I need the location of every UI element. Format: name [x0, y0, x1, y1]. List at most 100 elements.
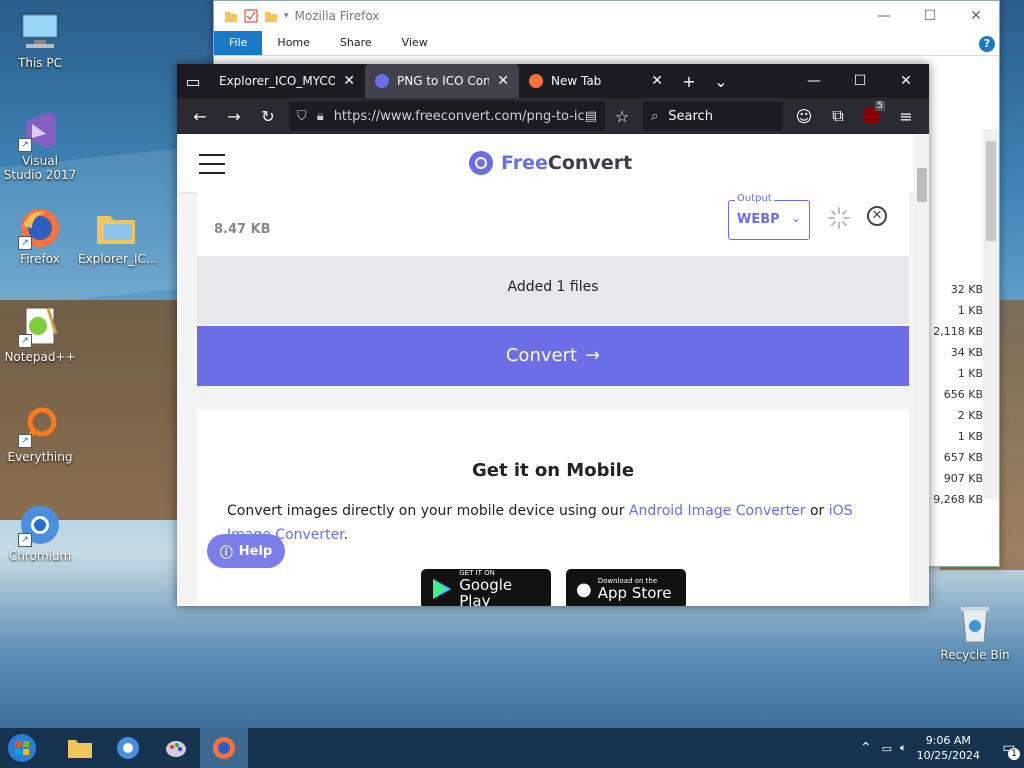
desktop-icon-everything[interactable]: ↗ Everything [2, 404, 78, 464]
freeconvert-logo[interactable]: Free Convert [469, 151, 632, 175]
mobile-section-text: Convert images directly on your mobile d… [227, 503, 853, 543]
app-store-button[interactable]: ● Download on the App Store [566, 569, 686, 606]
account-icon[interactable]: ☺ [787, 101, 821, 131]
convert-button[interactable]: Convert → [197, 326, 909, 386]
network-icon[interactable]: ▭ [882, 742, 892, 755]
file-size: 32 KB [950, 283, 983, 296]
taskbar-paint[interactable] [152, 728, 200, 768]
desktop-icon-this-pc[interactable]: This PC [2, 10, 78, 70]
navigation-toolbar: ← → ↻ ⛉ 🔒︎ https://www.freeconvert.com/p… [177, 98, 929, 134]
firefox-view-icon[interactable]: ▭ [177, 64, 209, 98]
apple-icon: ● [576, 578, 592, 600]
desktop-icon-recycle-bin[interactable]: Recycle Bin [937, 602, 1013, 662]
system-tray: ⌃ ▭ 🔈︎ 9:06 AM 10/25/2024 ▭ 1 [860, 728, 1024, 768]
ribbon-tab-file[interactable]: File [214, 31, 263, 55]
site-header: Free Convert [177, 134, 913, 192]
minimize-icon[interactable]: — [861, 1, 907, 31]
reader-view-icon[interactable]: ▤ [585, 109, 597, 124]
question-circle-icon: ⓘ [219, 545, 233, 561]
site-menu-icon[interactable] [199, 154, 225, 181]
menu-hamburger-icon[interactable]: ≡ [889, 101, 923, 131]
volume-muted-icon[interactable]: 🔈︎ [900, 741, 907, 755]
folder-icon [225, 12, 237, 22]
tab-new-tab[interactable]: New Tab ✕ [519, 64, 673, 98]
taskbar-chromium[interactable] [104, 728, 152, 768]
close-icon[interactable]: ✕ [953, 1, 999, 31]
clock[interactable]: 9:06 AM 10/25/2024 [917, 733, 980, 763]
tab-bar: ▭ Explorer_ICO_MYCOMPUTER ✕ PNG to ICO C… [177, 64, 929, 98]
close-tab-icon[interactable]: ✕ [651, 73, 663, 89]
close-window-icon[interactable]: ✕ [883, 64, 929, 98]
shortcut-arrow-icon: ↗ [18, 138, 32, 152]
desktop-icon-notepad-plus[interactable]: ↗ Notepad++ [2, 304, 78, 364]
maximize-icon[interactable]: ☐ [837, 64, 883, 98]
shield-icon[interactable]: ⛉ [297, 109, 307, 124]
google-play-icon [433, 579, 451, 599]
mobile-apps-card: Get it on Mobile Convert images directly… [197, 410, 909, 606]
checkbox-properties-icon[interactable] [244, 9, 258, 23]
action-center-icon[interactable]: ▭ 1 [994, 728, 1024, 768]
explorer-ribbon: File Home Share View [214, 31, 999, 56]
firefox-icon [213, 737, 235, 759]
ribbon-tab-home[interactable]: Home [262, 31, 324, 55]
firefox-icon: ↗ [18, 206, 62, 250]
ublock-extension-icon[interactable]: 5 [855, 101, 889, 131]
minimize-icon[interactable]: — [791, 64, 837, 98]
windows-logo-icon [8, 734, 36, 762]
help-button[interactable]: ⓘ Help [207, 534, 285, 568]
extensions-icon[interactable]: ⧉ [821, 101, 855, 131]
desktop-icon-firefox[interactable]: ↗ Firefox [2, 206, 78, 266]
scrollbar-thumb[interactable] [986, 141, 996, 241]
remove-file-icon[interactable]: ✕ [867, 206, 887, 226]
taskbar-explorer[interactable] [56, 728, 104, 768]
tab-explorer-ico[interactable]: Explorer_ICO_MYCOMPUTER ✕ [209, 64, 365, 98]
file-size: 1 KB [957, 304, 983, 317]
search-input[interactable]: ⌕ Search [643, 101, 783, 131]
output-format-select[interactable]: Output WEBP ⌄ [728, 193, 810, 240]
taskbar-firefox[interactable] [200, 728, 248, 768]
ribbon-tab-share[interactable]: Share [325, 31, 387, 55]
quick-access-dropdown-icon[interactable]: ▾ [284, 11, 289, 21]
added-files-bar[interactable]: Added 1 files [197, 256, 909, 324]
search-icon: ⌕ [651, 108, 659, 124]
shortcut-arrow-icon: ↗ [18, 434, 32, 448]
explorer-scrollbar[interactable] [983, 129, 999, 499]
visual-studio-icon: ↗ [18, 108, 62, 152]
tray-expand-icon[interactable]: ⌃ [860, 740, 872, 756]
new-folder-icon[interactable] [264, 9, 278, 23]
chromium-icon: ↗ [18, 503, 62, 547]
file-size: 9,268 KB [933, 493, 983, 506]
uploaded-file-row: 8.47 KB Output WEBP ⌄ ✕ [197, 192, 909, 256]
android-converter-link[interactable]: Android Image Converter [629, 503, 806, 519]
back-icon[interactable]: ← [183, 101, 217, 131]
maximize-icon[interactable]: ☐ [907, 1, 953, 31]
help-icon[interactable]: ? [979, 36, 995, 52]
start-button[interactable] [0, 728, 44, 768]
list-tabs-chevron-icon[interactable]: ⌄ [705, 64, 737, 98]
ribbon-tab-view[interactable]: View [387, 31, 443, 55]
forward-icon[interactable]: → [217, 101, 251, 131]
new-tab-plus-icon[interactable]: + [673, 64, 705, 98]
notification-count: 1 [1008, 748, 1020, 760]
tab-png-to-ico[interactable]: PNG to ICO Converter ✕ [365, 64, 519, 98]
firefox-window[interactable]: ▭ Explorer_ICO_MYCOMPUTER ✕ PNG to ICO C… [177, 64, 929, 606]
file-size: 656 KB [943, 388, 983, 401]
google-play-button[interactable]: GET IT ON Google Play [421, 569, 551, 606]
scrollbar-thumb[interactable] [917, 168, 927, 202]
folder-icon [94, 206, 138, 250]
reload-icon[interactable]: ↻ [251, 101, 285, 131]
lock-icon[interactable]: 🔒︎ [317, 109, 324, 124]
page-scrollbar[interactable] [913, 134, 929, 606]
desktop-icon-chromium[interactable]: ↗ Chromium [2, 503, 78, 563]
file-size: 907 KB [943, 472, 983, 485]
computer-icon [18, 10, 62, 54]
desktop-icon-explorer-folder[interactable]: Explorer_IC... [78, 206, 157, 266]
file-size: 657 KB [943, 451, 983, 464]
url-bar[interactable]: ⛉ 🔒︎ https://www.freeconvert.com/png-to-… [289, 101, 605, 131]
close-tab-icon[interactable]: ✕ [343, 73, 355, 89]
file-size: 34 KB [950, 346, 983, 359]
close-tab-icon[interactable]: ✕ [497, 73, 509, 89]
chromium-icon [117, 737, 139, 759]
bookmark-star-icon[interactable]: ☆ [605, 101, 639, 131]
desktop-icon-visual-studio[interactable]: ↗ Visual Studio 2017 [2, 108, 78, 182]
